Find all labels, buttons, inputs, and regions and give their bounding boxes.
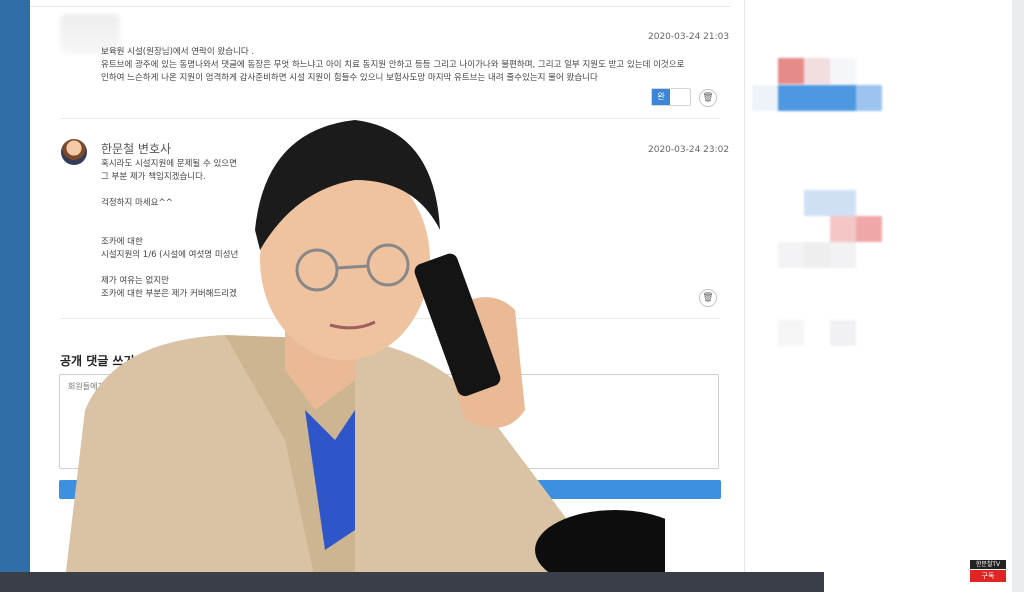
comment-time: 2020-03-24 21:03	[648, 32, 730, 42]
bottom-overlay-band	[0, 572, 824, 592]
channel-name: 한문철TV	[970, 560, 1006, 569]
person-on-phone-image	[65, 120, 665, 580]
subscribe-button[interactable]: 구독	[970, 570, 1006, 582]
channel-badge[interactable]: 한문철TV 구독	[970, 560, 1006, 582]
sidebar-separator	[744, 0, 745, 592]
comment-text: 보육원 시설(원장님)에서 연락이 왔습니다 . 유트브에 광주에 있는 동명나…	[101, 47, 685, 83]
right-scrollbar[interactable]	[1012, 0, 1024, 592]
top-divider	[30, 6, 730, 7]
left-blue-strip	[0, 0, 30, 592]
trash-icon[interactable]: 🗑	[699, 289, 717, 307]
visibility-toggle[interactable]: 완	[651, 88, 691, 106]
trash-icon[interactable]: 🗑	[699, 89, 717, 107]
toggle-on-label: 완	[652, 89, 670, 105]
sidebar-blurred	[752, 30, 892, 410]
